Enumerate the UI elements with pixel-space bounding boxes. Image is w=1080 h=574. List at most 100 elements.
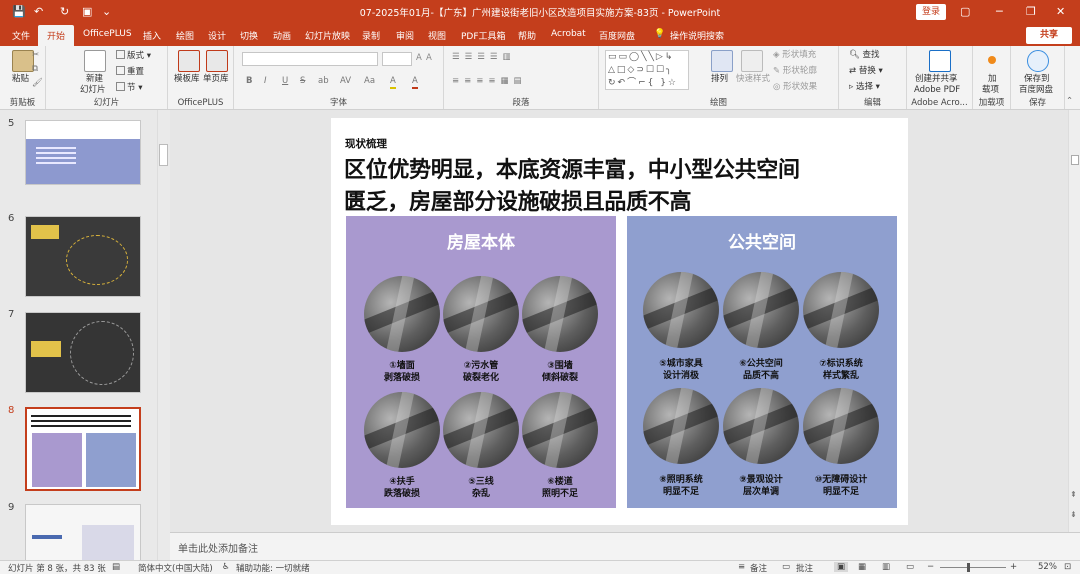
next-slide-icon[interactable]: ⇟ bbox=[1070, 510, 1077, 519]
slide-thumbnail-8-selected[interactable] bbox=[25, 407, 141, 491]
tell-me-search[interactable]: 操作说明搜索 bbox=[670, 29, 724, 42]
login-button[interactable]: 登录 bbox=[916, 4, 946, 20]
layout-button[interactable]: 版式 ▾ bbox=[116, 50, 151, 62]
tab-baidu-netdisk[interactable]: 百度网盘 bbox=[599, 29, 635, 42]
single-page-library-icon[interactable] bbox=[206, 50, 228, 72]
slideshow-icon[interactable]: ▭ bbox=[906, 562, 914, 572]
paste-button[interactable]: 粘贴 bbox=[12, 74, 29, 85]
tab-file[interactable]: 文件 bbox=[12, 29, 30, 42]
tab-help[interactable]: 帮助 bbox=[518, 29, 536, 42]
alignment-buttons[interactable]: ≡≡≡≡▦▤ bbox=[452, 76, 527, 87]
collapse-ribbon-icon[interactable]: ⌃ bbox=[1066, 96, 1073, 107]
reset-button[interactable]: 重置 bbox=[116, 66, 144, 78]
tab-acrobat[interactable]: Acrobat bbox=[551, 29, 586, 39]
highlight-button[interactable]: A bbox=[390, 76, 396, 89]
zoom-slider[interactable] bbox=[940, 567, 1006, 568]
new-slide-button-line1[interactable]: 新建 bbox=[86, 74, 103, 85]
ribbon-display-icon[interactable]: ▢ bbox=[960, 4, 970, 20]
strikethrough-button[interactable]: S bbox=[300, 76, 305, 87]
cut-icon[interactable]: ✂ bbox=[32, 50, 39, 61]
format-painter-icon[interactable]: 🖌 bbox=[32, 78, 43, 89]
slide-8[interactable]: 现状梳理 区位优势明显，本底资源丰富，中小型公共空间 匮乏，房屋部分设施破损且品… bbox=[331, 118, 908, 525]
tab-animations[interactable]: 动画 bbox=[273, 29, 291, 42]
addins-button-line1[interactable]: 加 bbox=[988, 74, 997, 85]
tab-design[interactable]: 设计 bbox=[208, 29, 226, 42]
baidu-cloud-icon[interactable] bbox=[1027, 50, 1049, 72]
notes-placeholder[interactable]: 单击此处添加备注 bbox=[178, 540, 258, 555]
save-to-baidu-line1[interactable]: 保存到 bbox=[1024, 74, 1050, 85]
template-library-icon[interactable] bbox=[178, 50, 200, 72]
tab-slideshow[interactable]: 幻灯片放映 bbox=[305, 29, 350, 42]
section-button[interactable]: 节 ▾ bbox=[116, 82, 142, 94]
slide-scrollbar[interactable]: ⇞ ⇟ bbox=[1068, 110, 1080, 532]
tab-view[interactable]: 视图 bbox=[428, 29, 446, 42]
save-to-baidu-line2[interactable]: 百度网盘 bbox=[1019, 85, 1053, 96]
tab-review[interactable]: 审阅 bbox=[396, 29, 414, 42]
replace-button[interactable]: ⇄ 替换 ▾ bbox=[849, 66, 883, 77]
font-size-select[interactable] bbox=[382, 52, 412, 66]
quick-styles-button[interactable]: 快速样式 bbox=[736, 74, 770, 85]
accessibility-icon[interactable]: ♿︎ bbox=[222, 562, 230, 572]
comments-toggle[interactable]: 批注 bbox=[796, 562, 813, 574]
zoom-slider-thumb[interactable] bbox=[967, 563, 970, 572]
slide-sorter-icon[interactable]: ▦ bbox=[858, 562, 866, 572]
arrange-icon[interactable] bbox=[711, 50, 733, 72]
language-indicator[interactable]: 简体中文(中国大陆) bbox=[138, 562, 213, 574]
new-slide-button-line2[interactable]: 幻灯片 bbox=[80, 85, 106, 96]
thumbnails-scroll-thumb[interactable] bbox=[159, 144, 168, 166]
fit-to-window-icon[interactable]: ⊡ bbox=[1064, 562, 1071, 572]
close-icon[interactable]: ✕ bbox=[1056, 4, 1065, 20]
list-buttons[interactable]: ☰☰☰☰▥ bbox=[452, 52, 516, 63]
notes-pane[interactable]: 单击此处添加备注 bbox=[170, 532, 1080, 560]
new-slide-icon[interactable] bbox=[84, 50, 106, 72]
notes-icon[interactable]: ≡ bbox=[738, 562, 745, 572]
slide-thumbnail-9[interactable] bbox=[25, 504, 141, 560]
zoom-out-icon[interactable]: ─ bbox=[928, 562, 933, 572]
notes-toggle[interactable]: 备注 bbox=[750, 562, 767, 574]
slide-thumbnails-pane[interactable]: 5 6 7 8 9 bbox=[0, 110, 157, 560]
shape-effects-button[interactable]: ◎ 形状效果 bbox=[773, 82, 817, 93]
paste-icon[interactable] bbox=[12, 50, 34, 72]
reading-view-icon[interactable]: ▥ bbox=[882, 562, 890, 572]
accessibility-status[interactable]: 辅助功能: 一切就绪 bbox=[236, 562, 310, 574]
single-page-library-button[interactable]: 单页库 bbox=[203, 74, 229, 85]
comments-icon[interactable]: ▭ bbox=[782, 562, 790, 572]
addins-icon[interactable] bbox=[988, 56, 996, 64]
arrange-button[interactable]: 排列 bbox=[711, 74, 728, 85]
tab-transitions[interactable]: 切换 bbox=[240, 29, 258, 42]
thumbnails-scrollbar[interactable] bbox=[157, 110, 170, 560]
slide-thumbnail-7[interactable] bbox=[25, 312, 141, 393]
copy-icon[interactable]: ⧉ bbox=[32, 64, 38, 75]
create-share-pdf-line1[interactable]: 创建并共享 bbox=[915, 74, 958, 85]
tab-pdf-toolbox[interactable]: PDF工具箱 bbox=[461, 29, 506, 42]
prev-slide-icon[interactable]: ⇞ bbox=[1070, 490, 1077, 499]
font-color-button[interactable]: A bbox=[412, 76, 418, 89]
shapes-gallery[interactable]: ▭▭◯╲╲▷↳ △□◇⊃☐☐╮ ↻↶⌒⌐{ }☆ bbox=[605, 50, 689, 90]
minimize-icon[interactable]: ─ bbox=[996, 4, 1003, 20]
tab-home[interactable]: 开始 bbox=[38, 25, 74, 46]
select-button[interactable]: ▹ 选择 ▾ bbox=[849, 82, 880, 93]
font-grow-icon[interactable]: A bbox=[416, 53, 422, 64]
tab-record[interactable]: 录制 bbox=[362, 29, 380, 42]
tab-insert[interactable]: 插入 bbox=[143, 29, 161, 42]
slide-scroll-thumb[interactable] bbox=[1071, 155, 1079, 165]
tab-officeplus[interactable]: OfficePLUS bbox=[83, 29, 132, 39]
zoom-in-icon[interactable]: + bbox=[1010, 562, 1017, 572]
proofing-icon[interactable]: ▤ bbox=[112, 562, 120, 572]
find-button[interactable]: 🔍︎ 查找 bbox=[849, 50, 880, 61]
normal-view-icon[interactable]: ▣ bbox=[834, 562, 849, 572]
shape-fill-button[interactable]: ◈ 形状填充 bbox=[773, 50, 816, 61]
tab-draw[interactable]: 绘图 bbox=[176, 29, 194, 42]
font-name-select[interactable] bbox=[242, 52, 378, 66]
char-spacing-button[interactable]: AV bbox=[340, 76, 351, 87]
adobe-pdf-icon[interactable] bbox=[929, 50, 951, 72]
bold-button[interactable]: B bbox=[246, 76, 252, 87]
zoom-level[interactable]: 52% bbox=[1038, 562, 1057, 572]
shadow-button[interactable]: ab bbox=[318, 76, 329, 87]
underline-button[interactable]: U bbox=[282, 76, 288, 87]
addins-button-line2[interactable]: 载项 bbox=[982, 85, 999, 96]
change-case-button[interactable]: Aa bbox=[364, 76, 375, 87]
quick-styles-icon[interactable] bbox=[741, 50, 763, 72]
restore-icon[interactable]: ❐ bbox=[1026, 4, 1036, 20]
create-share-pdf-line2[interactable]: Adobe PDF bbox=[914, 85, 960, 96]
